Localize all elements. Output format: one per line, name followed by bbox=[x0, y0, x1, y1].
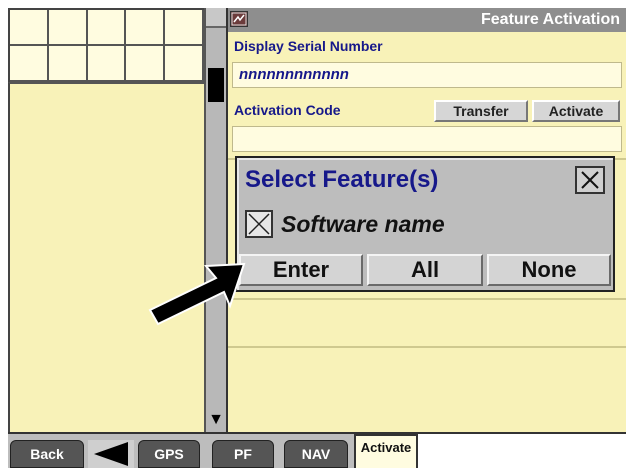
grid-cell[interactable] bbox=[165, 46, 204, 82]
serial-number-field: nnnnnnnnnnnn bbox=[232, 62, 622, 88]
tab-nav[interactable]: NAV bbox=[284, 440, 348, 468]
grid-cell[interactable] bbox=[126, 46, 166, 82]
enter-button[interactable]: Enter bbox=[239, 254, 363, 286]
scroll-top-cap bbox=[206, 8, 226, 28]
tab-activate[interactable]: Activate bbox=[354, 434, 418, 468]
scroll-down-arrow-icon[interactable]: ▼ bbox=[206, 408, 226, 432]
scroll-thumb[interactable] bbox=[208, 68, 224, 102]
serial-number-label: Display Serial Number bbox=[234, 38, 383, 54]
tab-bar-fill bbox=[418, 434, 626, 468]
window-icon bbox=[230, 11, 248, 27]
activate-button[interactable]: Activate bbox=[532, 100, 620, 122]
none-button[interactable]: None bbox=[487, 254, 611, 286]
tab-back[interactable]: Back bbox=[10, 440, 84, 468]
window-title: Feature Activation bbox=[481, 11, 620, 28]
activation-code-field[interactable] bbox=[232, 126, 622, 152]
divider bbox=[228, 346, 626, 348]
grid-cell[interactable] bbox=[48, 46, 88, 82]
grid-cell[interactable] bbox=[87, 46, 127, 82]
feature-label: Software name bbox=[281, 210, 445, 237]
grid-cell[interactable] bbox=[10, 46, 49, 82]
bottom-tab-bar: Back GPS PF NAV Activate bbox=[8, 432, 626, 468]
close-icon[interactable] bbox=[575, 166, 605, 194]
grid-cell[interactable] bbox=[10, 10, 49, 46]
checkbox-x-icon[interactable] bbox=[245, 210, 273, 238]
activation-code-label: Activation Code bbox=[234, 102, 341, 118]
transfer-button[interactable]: Transfer bbox=[434, 100, 528, 122]
grid-cell[interactable] bbox=[48, 10, 88, 46]
select-features-dialog: Select Feature(s) Software name Enter Al… bbox=[235, 156, 615, 292]
shortcut-grid bbox=[8, 8, 204, 82]
grid-cell[interactable] bbox=[87, 10, 127, 46]
tab-pf[interactable]: PF bbox=[212, 440, 274, 468]
grid-cell[interactable] bbox=[126, 10, 166, 46]
back-arrow-icon[interactable] bbox=[88, 440, 134, 468]
scrollbar[interactable]: ▼ bbox=[204, 8, 228, 432]
pointer-arrow-icon bbox=[148, 258, 248, 328]
left-panel bbox=[8, 82, 204, 432]
all-button[interactable]: All bbox=[367, 254, 483, 286]
grid-cell[interactable] bbox=[165, 10, 204, 46]
feature-option[interactable]: Software name bbox=[245, 210, 445, 238]
title-bar: Feature Activation bbox=[228, 8, 626, 32]
dialog-title: Select Feature(s) bbox=[245, 166, 439, 193]
tab-gps[interactable]: GPS bbox=[138, 440, 200, 468]
divider bbox=[228, 298, 626, 300]
